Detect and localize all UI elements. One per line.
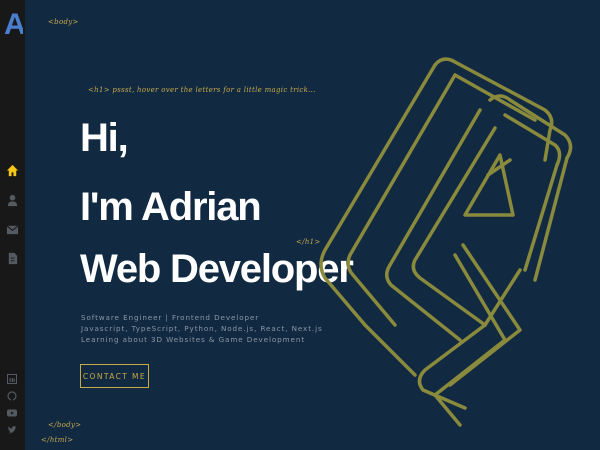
description-line: Learning about 3D Websites & Game Develo… [81, 335, 306, 344]
heading-line-greeting: Hi, [80, 116, 129, 160]
description-line: Javascript, TypeScript, Python, Node.js,… [81, 324, 323, 333]
body-open-tag: <body> [48, 18, 79, 26]
sidebar: A [0, 0, 25, 450]
logo-letter: A [4, 8, 23, 38]
linkedin-icon[interactable] [7, 374, 17, 384]
document-icon[interactable] [6, 252, 19, 265]
user-icon[interactable] [6, 194, 19, 207]
contact-me-button[interactable]: CONTACT ME [80, 364, 149, 388]
twitter-icon[interactable] [7, 425, 17, 435]
mail-icon[interactable] [6, 223, 19, 236]
body-close-tag: </body> [48, 421, 82, 429]
youtube-icon[interactable] [7, 408, 17, 418]
h1-open-tag: <h1> pssst, hover over the letters for a… [88, 86, 316, 94]
home-icon[interactable] [6, 164, 19, 177]
github-icon[interactable] [7, 391, 17, 401]
heading-line-name: I'm Adrian [80, 185, 262, 229]
logo[interactable]: A [3, 8, 23, 38]
monogram-illustration [319, 57, 573, 427]
main-content: <body> <h1> pssst, hover over the letter… [25, 0, 600, 450]
html-close-tag: </html> [41, 436, 74, 444]
description-line: Software Engineer | Frontend Developer [81, 313, 260, 322]
